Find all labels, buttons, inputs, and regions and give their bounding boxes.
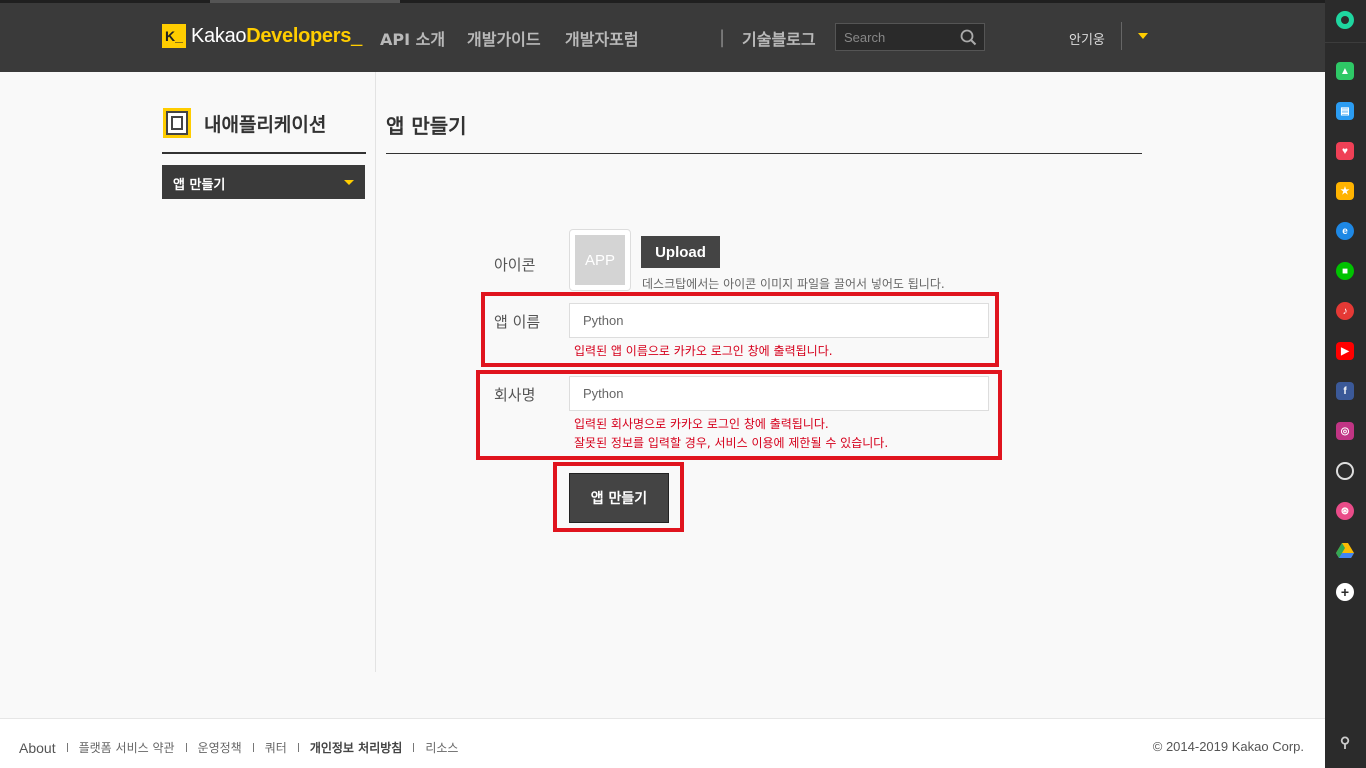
footer-separator [413, 743, 415, 752]
user-name[interactable]: 안기웅 [1069, 29, 1105, 48]
instagram-icon[interactable]: ◎ [1336, 422, 1354, 440]
search-icon[interactable] [960, 29, 977, 46]
company-hint-1: 입력된 회사명으로 카카오 로그인 창에 출력됩니다. [574, 417, 829, 431]
logo-text: KakaoDevelopers_ [191, 24, 362, 47]
footer-link-policy[interactable]: 운영정책 [198, 739, 242, 756]
company-hint-2: 잘못된 정보를 입력할 경우, 서비스 이용에 제한될 수 있습니다. [574, 436, 889, 450]
left-sidebar [0, 72, 376, 672]
google-drive-icon[interactable] [1336, 542, 1354, 560]
edge-icon[interactable]: e [1336, 222, 1354, 240]
youtube-icon[interactable]: ▶ [1336, 342, 1354, 360]
nav-dev-guide[interactable]: 개발가이드 [467, 26, 541, 50]
kakao-developers-logo[interactable]: K_ KakaoDevelopers_ [162, 24, 362, 48]
footer-link-terms[interactable]: 플랫폼 서비스 약관 [79, 739, 175, 756]
footer: About 플랫폼 서비스 약관 운영정책 쿼터 개인정보 처리방침 리소스 ©… [0, 718, 1325, 768]
pocket-icon[interactable]: ♥ [1336, 142, 1354, 160]
icon-label: 아이콘 [494, 256, 536, 274]
status-icon[interactable] [1336, 11, 1354, 29]
user-menu-caret-icon[interactable] [1138, 33, 1148, 39]
header-accent-line [210, 0, 400, 3]
my-apps-icon [163, 108, 191, 138]
search-input[interactable] [836, 24, 956, 50]
sidebar-item-label: 앱 만들기 [173, 178, 226, 193]
footer-link-quota[interactable]: 쿼터 [265, 739, 287, 756]
clock-icon[interactable] [1336, 462, 1354, 480]
facebook-icon[interactable]: f [1336, 382, 1354, 400]
logo-mark: K_ [162, 24, 186, 48]
upload-button[interactable]: Upload [641, 236, 720, 268]
notification-icon[interactable]: ▲ [1336, 62, 1354, 80]
music-icon[interactable]: ♪ [1336, 302, 1354, 320]
bookmark-star-icon[interactable]: ★ [1336, 182, 1354, 200]
create-app-button[interactable]: 앱 만들기 [569, 473, 669, 523]
app-icon-preview: APP [569, 229, 631, 291]
nav-tech-blog[interactable]: 기술블로그 [742, 26, 816, 50]
footer-separator [297, 743, 299, 752]
browser-sidebar: ▲ ▤ ♥ ★ e ■ ♪ ▶ f ◎ ⊛ + ⚲ [1325, 0, 1366, 768]
sidebar-item-create-app[interactable]: 앱 만들기 [162, 165, 365, 199]
app-icon-placeholder: APP [575, 235, 625, 285]
nav-api-intro[interactable]: API 소개 [380, 26, 445, 50]
footer-link-resources[interactable]: 리소스 [425, 739, 458, 756]
sidebar-divider [162, 152, 366, 154]
company-label: 회사명 [494, 386, 536, 404]
user-divider [1121, 22, 1122, 50]
sidebar-separator [1325, 42, 1366, 43]
pin-icon[interactable]: ⚲ [1336, 733, 1354, 751]
app-name-label: 앱 이름 [494, 313, 541, 331]
line-icon[interactable]: ■ [1336, 262, 1354, 280]
sidebar-title: 내애플리케이션 [204, 114, 327, 136]
footer-link-about[interactable]: About [19, 740, 56, 756]
app-name-input[interactable] [569, 303, 989, 338]
dribbble-icon[interactable]: ⊛ [1336, 502, 1354, 520]
footer-separator [66, 743, 68, 752]
chevron-down-icon [344, 180, 354, 185]
nav-dev-forum[interactable]: 개발자포럼 [565, 26, 639, 50]
nav-separator: | [719, 27, 726, 48]
add-icon[interactable]: + [1336, 583, 1354, 601]
search-box [835, 23, 985, 51]
copyright: © 2014-2019 Kakao Corp. [1152, 739, 1304, 754]
footer-links: About 플랫폼 서비스 약관 운영정책 쿼터 개인정보 처리방침 리소스 [19, 739, 458, 756]
storage-icon[interactable]: ▤ [1336, 102, 1354, 120]
company-input[interactable] [569, 376, 989, 411]
page-title: 앱 만들기 [386, 114, 467, 138]
footer-separator [185, 743, 187, 752]
upload-hint: 데스크탑에서는 아이콘 이미지 파일을 끌어서 넣어도 됩니다. [642, 277, 945, 291]
app-name-hint: 입력된 앱 이름으로 카카오 로그인 창에 출력됩니다. [574, 344, 833, 358]
title-divider [386, 153, 1142, 154]
footer-separator [252, 743, 254, 752]
footer-link-privacy[interactable]: 개인정보 처리방침 [310, 739, 403, 756]
